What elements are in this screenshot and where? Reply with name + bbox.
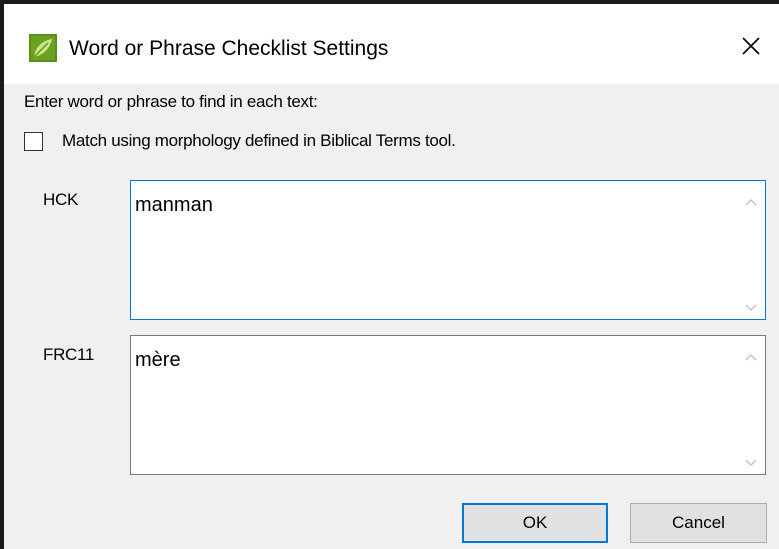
ok-button[interactable]: OK — [462, 503, 608, 543]
field-label-frc11: FRC11 — [43, 345, 95, 364]
window-title: Word or Phrase Checklist Settings — [69, 37, 389, 60]
hck-text-field[interactable]: manman — [130, 180, 766, 320]
app-leaf-icon — [29, 34, 57, 62]
close-icon — [741, 36, 761, 61]
field-label-hck: HCK — [43, 190, 78, 209]
chevron-up-icon[interactable] — [743, 195, 759, 207]
cancel-button[interactable]: Cancel — [630, 503, 767, 543]
close-button[interactable] — [731, 28, 771, 68]
instruction-text: Enter word or phrase to find in each tex… — [24, 92, 318, 111]
frc11-text-field[interactable]: mère — [130, 335, 766, 475]
hck-text-value: manman — [135, 194, 213, 216]
chevron-down-icon[interactable] — [743, 456, 759, 468]
frc11-text-value: mère — [135, 349, 181, 371]
chevron-down-icon[interactable] — [743, 301, 759, 313]
chevron-up-icon[interactable] — [743, 350, 759, 362]
morphology-checkbox-label[interactable]: Match using morphology defined in Biblic… — [62, 130, 456, 152]
title-bar[interactable]: Word or Phrase Checklist Settings — [4, 4, 779, 84]
morphology-checkbox[interactable] — [24, 132, 43, 151]
